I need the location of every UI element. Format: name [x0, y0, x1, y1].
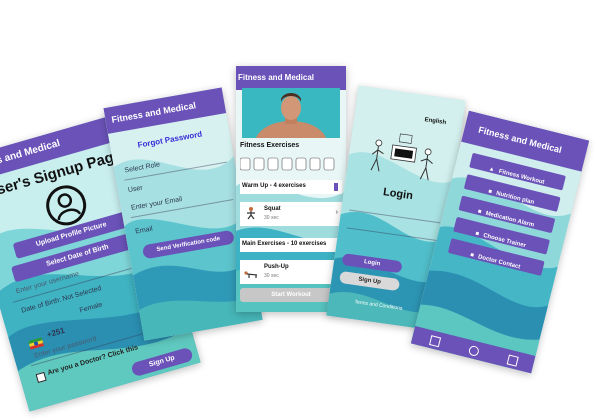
app-header: Fitness and Medical: [236, 66, 346, 90]
exercise-row[interactable]: Push-Up 30 sec ›: [240, 260, 342, 284]
checkbox[interactable]: [35, 371, 47, 384]
settings-icon[interactable]: [506, 354, 519, 367]
main-label: Main Exercises - 10 exercises: [242, 241, 327, 247]
squat-thumbnail: [244, 206, 258, 220]
main-header-row[interactable]: Main Exercises - 10 exercises: [240, 238, 342, 252]
start-workout-button[interactable]: Start Workout: [240, 288, 342, 302]
exercise-row[interactable]: Squat 30 sec ›: [240, 202, 342, 226]
toggle-icon: [334, 183, 338, 191]
exercise-duration: 30 sec: [264, 215, 279, 221]
fork-icon: ■: [487, 188, 493, 196]
section-title: Fitness Exercises: [240, 142, 300, 149]
showcase-stage: Fitness and Medical User's Signup Page U…: [0, 0, 594, 420]
phone-code: +251: [45, 325, 66, 340]
user-icon: [57, 193, 82, 221]
alarm-icon: ■: [477, 208, 482, 216]
hero-image: [242, 88, 340, 165]
profile-icon[interactable]: [467, 344, 480, 357]
dumbbell-icon: ▲: [487, 166, 496, 174]
workout-screen: Fitness and Medical Fitness Exercises Wa…: [236, 66, 346, 312]
phone-icon: ■: [469, 252, 475, 259]
flag-icon: [27, 333, 45, 350]
app-title: Fitness and Medical: [238, 73, 315, 82]
day-selector[interactable]: [239, 156, 344, 172]
exercise-duration: 30 sec: [264, 273, 279, 279]
pushup-thumbnail: [244, 266, 258, 278]
warmup-label: Warm Up - 4 exercises: [242, 183, 306, 189]
exercise-name: Squat: [264, 206, 281, 212]
chevron-right-icon: ›: [335, 209, 338, 216]
exercise-name: Push-Up: [264, 264, 289, 270]
warmup-header-row[interactable]: Warm Up - 4 exercises: [240, 180, 342, 194]
home-icon[interactable]: [429, 335, 442, 348]
trainer-icon: ■: [474, 230, 480, 238]
